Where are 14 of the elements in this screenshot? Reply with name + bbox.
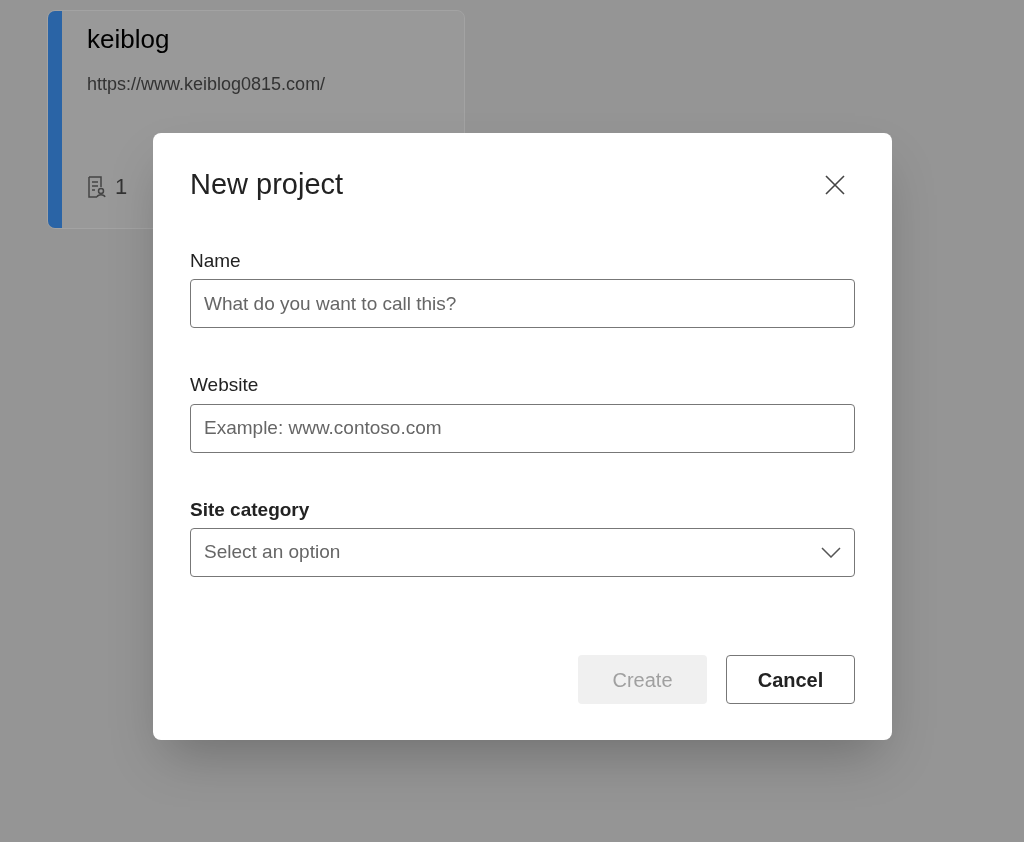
field-label: Website [190,373,260,397]
report-icon [87,175,107,198]
project-count: 1 [115,173,128,201]
chevron-down-icon [821,547,841,558]
field-label: Name [190,248,242,273]
project-title: keiblog [87,23,171,55]
dialog-button[interactable]: Cancel [726,655,855,704]
category-select[interactable]: Select an option [190,528,855,577]
field-label: Site category [190,497,311,522]
text-field[interactable]: Example: www.contoso.com [190,403,855,453]
text-field[interactable]: What do you want to call this? [190,279,855,328]
close-icon [825,174,845,195]
project-url: https://www.keiblog0815.com/ [87,73,326,96]
dialog-title: New project [190,167,344,202]
